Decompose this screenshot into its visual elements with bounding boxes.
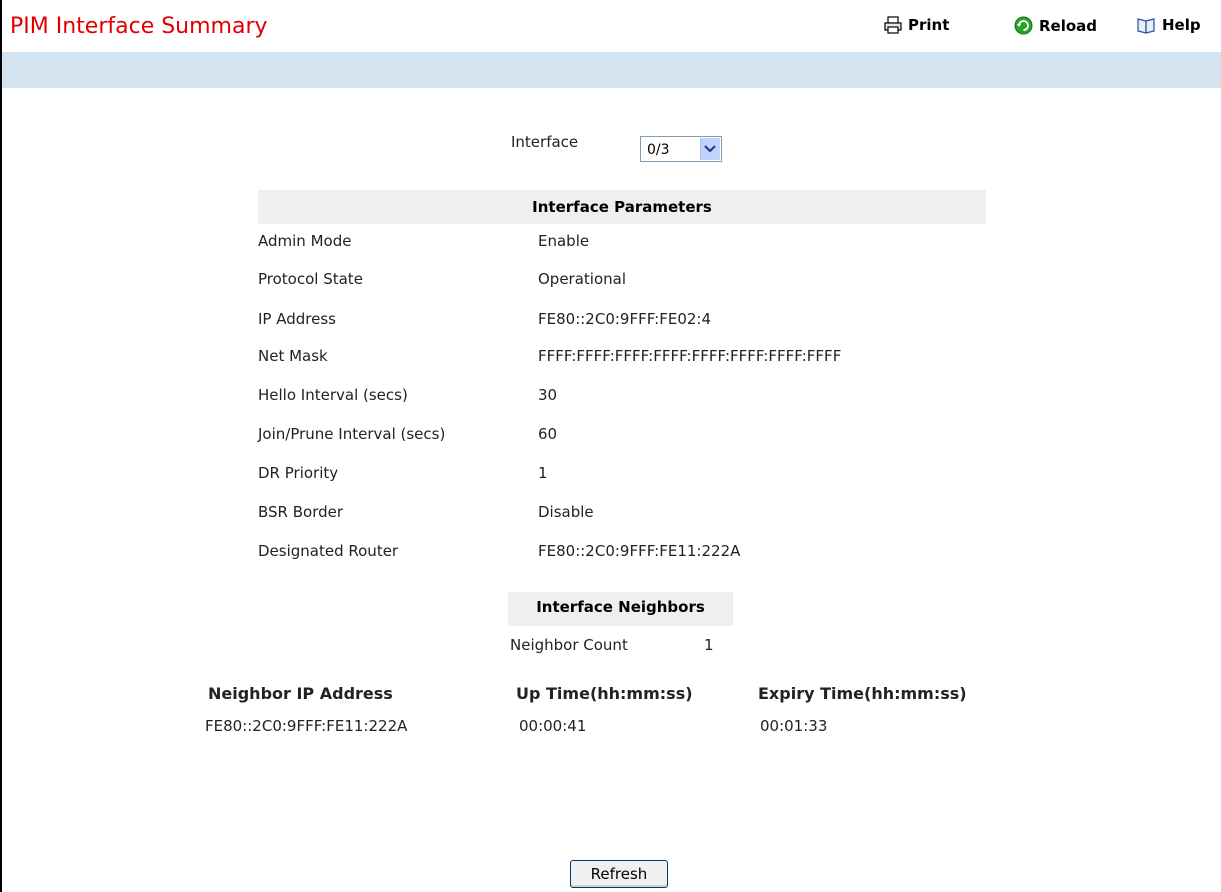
print-button[interactable]: Print xyxy=(884,16,949,34)
interface-select[interactable]: 0/3 xyxy=(640,136,722,162)
param-value: FFFF:FFFF:FFFF:FFFF:FFFF:FFFF:FFFF:FFFF xyxy=(538,347,842,365)
neighbor-count-label: Neighbor Count xyxy=(510,636,628,654)
reload-icon xyxy=(1014,16,1033,35)
book-icon xyxy=(1136,16,1156,34)
interface-selected-value: 0/3 xyxy=(647,142,670,158)
header-band xyxy=(2,52,1221,88)
param-value: FE80::2C0:9FFF:FE02:4 xyxy=(538,310,712,328)
column-header: Up Time(hh:mm:ss) xyxy=(516,684,693,703)
param-value: 1 xyxy=(538,464,548,482)
param-label: Designated Router xyxy=(258,542,399,560)
param-value: Operational xyxy=(538,270,627,288)
interface-label: Interface xyxy=(511,133,579,151)
top-bar: PIM Interface Summary Print Reload Help xyxy=(2,0,1221,52)
param-value: Disable xyxy=(538,503,594,521)
param-value: FE80::2C0:9FFF:FE11:222A xyxy=(538,542,741,560)
param-label: Join/Prune Interval (secs) xyxy=(258,425,446,443)
page-title: PIM Interface Summary xyxy=(10,14,268,39)
refresh-button[interactable]: Refresh xyxy=(570,860,668,888)
chevron-down-icon[interactable] xyxy=(700,138,720,160)
interface-neighbors-heading: Interface Neighbors xyxy=(508,592,733,626)
param-label: DR Priority xyxy=(258,464,339,482)
interface-parameters-heading: Interface Parameters xyxy=(258,190,986,224)
reload-label: Reload xyxy=(1039,16,1098,35)
column-header: Expiry Time(hh:mm:ss) xyxy=(758,684,967,703)
param-label: Protocol State xyxy=(258,270,363,288)
param-label: Net Mask xyxy=(258,347,328,365)
column-header: Neighbor IP Address xyxy=(208,684,393,703)
up-time-cell: 00:00:41 xyxy=(519,717,587,735)
param-label: BSR Border xyxy=(258,503,344,521)
neighbor-count-value: 1 xyxy=(704,636,714,654)
reload-button[interactable]: Reload xyxy=(1014,16,1097,35)
printer-icon xyxy=(884,16,902,34)
neighbor-ip-cell: FE80::2C0:9FFF:FE11:222A xyxy=(205,717,408,735)
help-button[interactable]: Help xyxy=(1136,16,1201,34)
param-value: 30 xyxy=(538,386,558,404)
print-label: Print xyxy=(908,16,950,34)
param-label: Hello Interval (secs) xyxy=(258,386,408,404)
param-label: IP Address xyxy=(258,310,336,328)
left-frame-border xyxy=(0,0,2,892)
expiry-time-cell: 00:01:33 xyxy=(760,717,828,735)
param-value: Enable xyxy=(538,232,590,250)
param-label: Admin Mode xyxy=(258,232,352,250)
help-label: Help xyxy=(1162,16,1201,34)
param-value: 60 xyxy=(538,425,558,443)
